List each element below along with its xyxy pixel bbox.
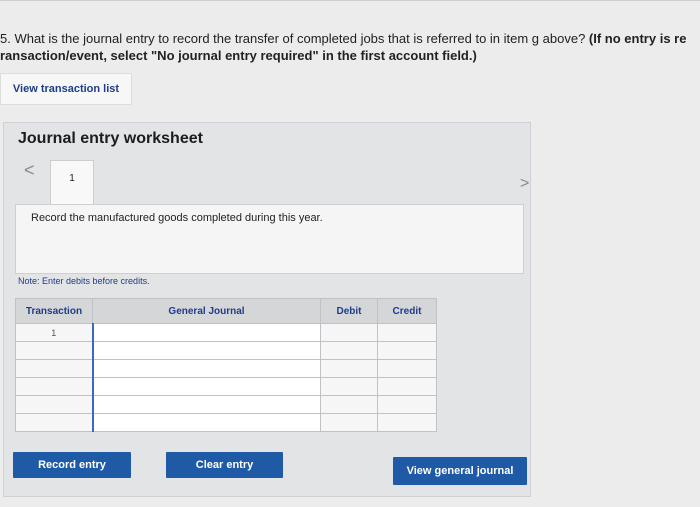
- header-debit: Debit: [320, 298, 378, 324]
- transaction-cell: [15, 341, 93, 360]
- debit-field[interactable]: [320, 359, 378, 378]
- credit-field[interactable]: [377, 413, 437, 432]
- question-hint-line2: ransaction/event, select "No journal ent…: [0, 48, 477, 63]
- question-body: What is the journal entry to record the …: [10, 31, 586, 46]
- transaction-cell: 1: [15, 323, 93, 342]
- credit-field[interactable]: [377, 323, 437, 342]
- table-row: [15, 359, 437, 378]
- chevron-left-icon[interactable]: <: [24, 160, 35, 181]
- header-transaction: Transaction: [15, 298, 93, 324]
- header-credit: Credit: [377, 298, 437, 324]
- worksheet-title: Journal entry worksheet: [18, 130, 203, 147]
- header-general-journal: General Journal: [92, 298, 321, 324]
- debit-field[interactable]: [320, 341, 378, 360]
- worksheet-tab-1[interactable]: 1: [50, 160, 94, 205]
- question-text: 5. What is the journal entry to record t…: [0, 30, 700, 64]
- credit-field[interactable]: [377, 395, 437, 414]
- credit-field[interactable]: [377, 341, 437, 360]
- table-row: [15, 413, 437, 432]
- debit-field[interactable]: [320, 395, 378, 414]
- clear-entry-button[interactable]: Clear entry: [166, 452, 283, 478]
- debit-field[interactable]: [320, 323, 378, 342]
- question-number: 5.: [0, 31, 11, 46]
- transaction-cell: [15, 413, 93, 432]
- account-field[interactable]: [91, 341, 321, 360]
- view-transaction-list-button[interactable]: View transaction list: [0, 73, 132, 105]
- transaction-cell: [15, 359, 93, 378]
- table-row: [15, 341, 437, 360]
- debit-field[interactable]: [320, 413, 378, 432]
- debit-field[interactable]: [320, 377, 378, 396]
- table-row: 1: [15, 323, 437, 342]
- account-field[interactable]: [91, 359, 321, 378]
- credit-field[interactable]: [377, 377, 437, 396]
- chevron-right-icon[interactable]: >: [520, 175, 529, 193]
- account-field[interactable]: [91, 413, 321, 432]
- record-entry-button[interactable]: Record entry: [13, 452, 131, 478]
- question-hint: (If no entry is re: [585, 31, 687, 46]
- top-divider: [0, 0, 700, 1]
- worksheet-note: Note: Enter debits before credits.: [18, 276, 150, 286]
- journal-entry-table: Transaction General Journal Debit Credit…: [15, 298, 437, 432]
- account-field[interactable]: [91, 395, 321, 414]
- view-general-journal-button[interactable]: View general journal: [393, 457, 527, 485]
- worksheet-description: Record the manufactured goods completed …: [15, 204, 524, 274]
- credit-field[interactable]: [377, 359, 437, 378]
- transaction-cell: [15, 377, 93, 396]
- account-field[interactable]: [91, 323, 321, 342]
- table-row: [15, 377, 437, 396]
- account-field[interactable]: [91, 377, 321, 396]
- table-row: [15, 395, 437, 414]
- transaction-cell: [15, 395, 93, 414]
